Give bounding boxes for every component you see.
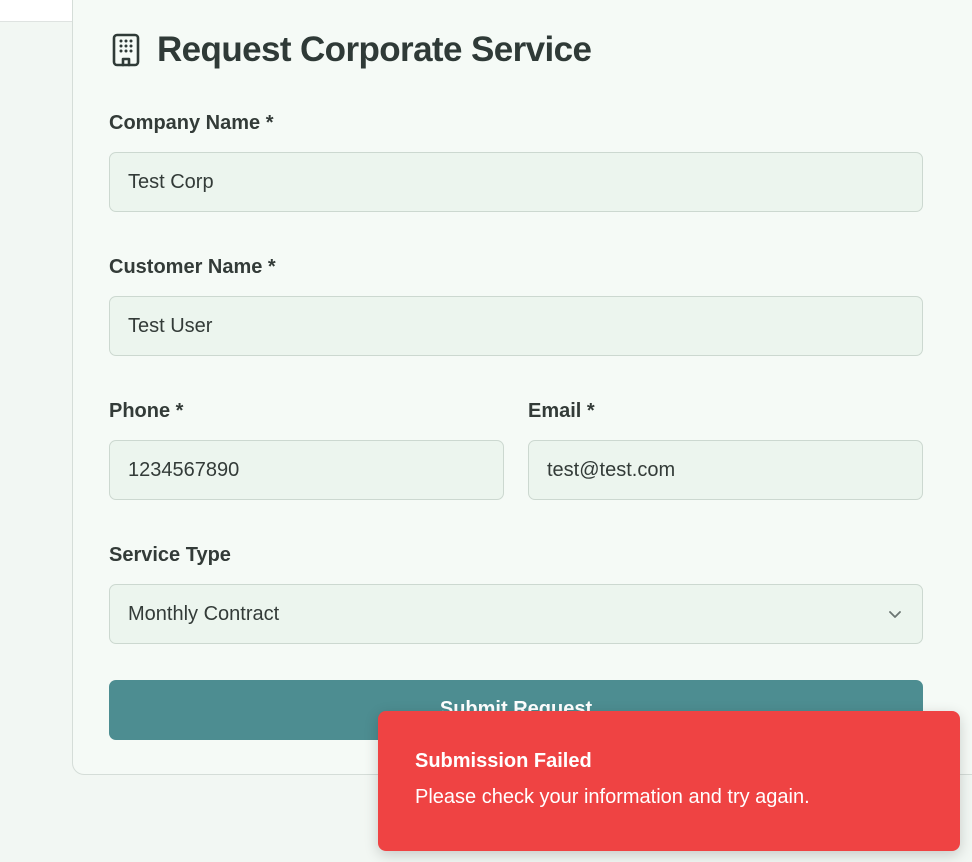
customer-name-label: Customer Name * bbox=[109, 256, 276, 278]
page-title: Request Corporate Service bbox=[157, 30, 592, 69]
phone-input[interactable] bbox=[109, 440, 504, 500]
toast-message: Please check your information and try ag… bbox=[415, 786, 810, 808]
email-label: Email * bbox=[528, 400, 595, 422]
building-icon bbox=[110, 33, 142, 67]
form-header: Request Corporate Service bbox=[110, 30, 592, 70]
service-type-label: Service Type bbox=[109, 544, 231, 566]
service-type-select[interactable]: Monthly Contract bbox=[109, 584, 923, 644]
phone-label: Phone * bbox=[109, 400, 184, 422]
toast-title: Submission Failed bbox=[415, 750, 592, 772]
chevron-down-icon bbox=[886, 605, 904, 623]
email-input[interactable] bbox=[528, 440, 923, 500]
company-name-input[interactable] bbox=[109, 152, 923, 212]
error-toast[interactable]: Submission Failed Please check your info… bbox=[378, 711, 960, 851]
customer-name-input[interactable] bbox=[109, 296, 923, 356]
service-type-value: Monthly Contract bbox=[128, 602, 280, 625]
company-name-label: Company Name * bbox=[109, 112, 274, 134]
